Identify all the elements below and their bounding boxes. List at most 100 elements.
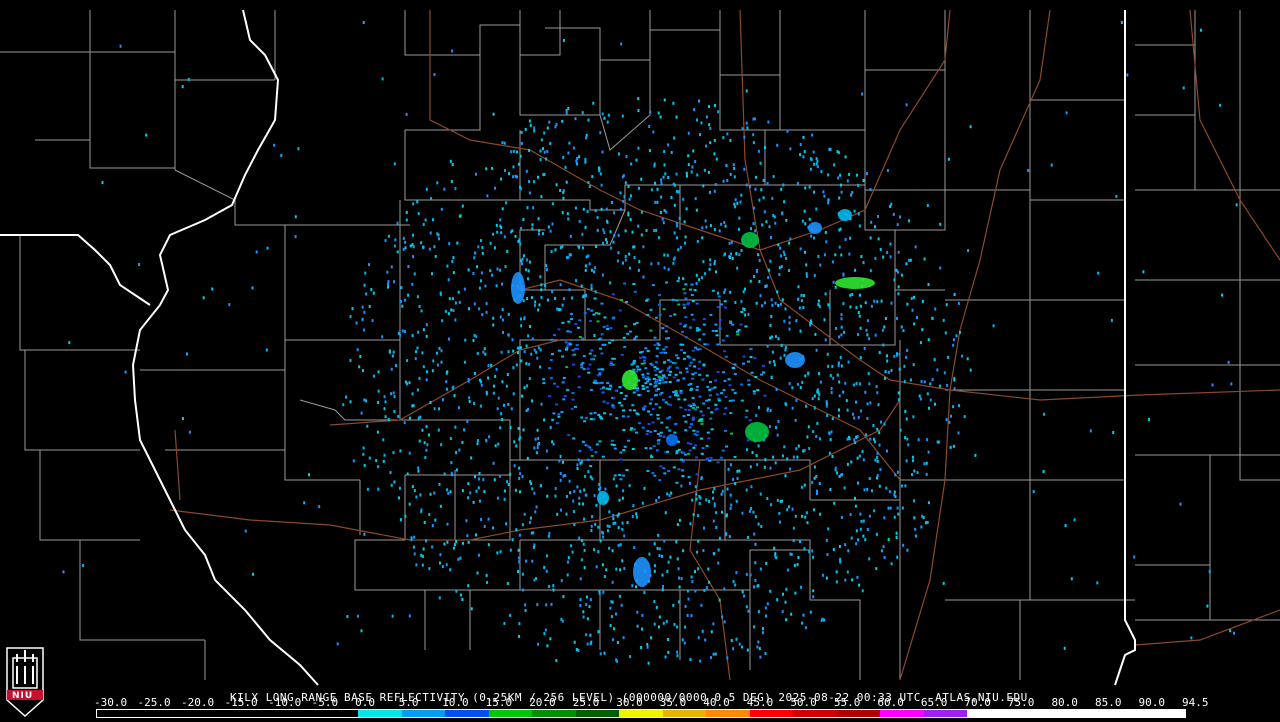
echo-pixel	[537, 442, 540, 446]
echo-pixel	[490, 363, 493, 367]
echo-pixel	[794, 418, 797, 422]
echo-pixel	[730, 432, 733, 435]
echo-pixel	[788, 269, 790, 272]
echo-pixel	[571, 296, 573, 300]
echo-pixel	[897, 292, 900, 296]
echo-pixel	[519, 187, 522, 191]
scale-swatch	[836, 710, 881, 717]
echo-pixel	[736, 333, 740, 336]
echo-pixel	[736, 330, 739, 333]
echo-pixel	[747, 379, 751, 382]
echo-pixel	[724, 288, 727, 292]
echo-pixel	[661, 327, 665, 330]
echo-pixel	[612, 517, 615, 521]
echo-pixel	[683, 220, 686, 224]
echo-pixel	[454, 187, 457, 191]
echo-pixel	[661, 554, 663, 558]
echo-pixel	[855, 435, 858, 439]
echo-pixel	[576, 485, 579, 489]
echo-pixel	[828, 147, 831, 151]
echo-pixel	[600, 183, 603, 187]
echo-pixel	[860, 255, 863, 258]
echo-pixel	[591, 175, 594, 179]
echo-pixel	[849, 305, 852, 309]
echo-pixel	[945, 418, 948, 422]
echo-pixel	[598, 589, 601, 593]
echo-pixel	[700, 476, 703, 480]
echo-pixel	[699, 133, 701, 137]
echo-pixel	[555, 422, 559, 425]
scale-swatch	[227, 710, 272, 717]
echo-pixel	[617, 251, 620, 255]
echo-pixel	[475, 172, 477, 176]
echo-pixel	[452, 385, 455, 389]
echo-pixel	[703, 588, 706, 592]
echo-pixel	[468, 400, 471, 403]
echo-pixel	[856, 575, 859, 579]
echo-pixel	[361, 305, 364, 309]
echo-pixel	[442, 565, 444, 569]
echo-pixel	[519, 317, 522, 321]
echo-pixel	[828, 305, 831, 309]
echo-pixel	[533, 491, 536, 495]
echo-pixel	[756, 463, 759, 467]
echo-pixel	[826, 553, 829, 557]
echo-pixel	[449, 568, 452, 572]
echo-pixel	[569, 234, 572, 238]
echo-pixel	[646, 390, 650, 393]
echo-pixel	[606, 524, 609, 528]
echo-pixel	[881, 328, 884, 332]
echo-pixel	[672, 376, 676, 379]
echo-pixel	[620, 603, 623, 607]
echo-pixel	[436, 363, 439, 367]
echo-pixel	[780, 254, 783, 258]
echo-pixel	[578, 336, 582, 338]
echo-pixel	[499, 550, 502, 554]
echo-pixel	[431, 369, 434, 373]
echo-pixel	[643, 486, 646, 490]
echo-pixel	[675, 299, 679, 302]
echo-pixel	[695, 497, 698, 501]
echo-pixel	[646, 430, 650, 433]
echo-pixel	[679, 406, 683, 409]
echo-pixel	[372, 291, 375, 295]
echo-pixel	[500, 231, 503, 235]
echo-pixel	[686, 303, 690, 306]
echo-pixel	[543, 632, 546, 636]
echo-pixel	[743, 594, 745, 598]
echo-pixel	[831, 417, 834, 421]
echo-pixel	[929, 398, 932, 402]
echo-pixel	[725, 334, 729, 337]
echo-pixel	[547, 225, 550, 229]
echo-pixel	[531, 399, 533, 403]
echo-pixel	[896, 223, 899, 227]
echo-pixel	[691, 580, 694, 584]
echo-pixel	[446, 540, 449, 544]
echo-pixel	[754, 515, 757, 519]
echo-pixel	[540, 295, 543, 299]
echo-pixel	[487, 517, 490, 521]
echo-pixel	[779, 246, 782, 250]
echo-pixel	[866, 319, 869, 323]
echo-pixel	[950, 414, 952, 418]
echo-pixel	[876, 451, 879, 455]
echo-pixel	[592, 381, 596, 384]
echo-pixel	[417, 469, 420, 473]
echo-pixel	[832, 280, 835, 284]
echo-pixel	[734, 198, 737, 202]
echo-pixel	[742, 290, 745, 294]
echo-pixel	[520, 359, 523, 363]
echo-pixel	[557, 328, 561, 331]
echo-pixel	[547, 534, 550, 538]
echo-pixel	[568, 288, 571, 292]
echo-pixel	[596, 216, 599, 220]
echo-pixel	[673, 313, 677, 316]
echo-pixel	[589, 412, 593, 415]
echo-pixel	[530, 296, 533, 300]
echo-pixel	[609, 327, 613, 329]
echo-pixel	[641, 373, 645, 376]
echo-pixel	[896, 506, 899, 510]
echo-pixel	[849, 513, 852, 517]
echo-pixel	[559, 472, 562, 475]
echo-pixel	[857, 311, 860, 314]
